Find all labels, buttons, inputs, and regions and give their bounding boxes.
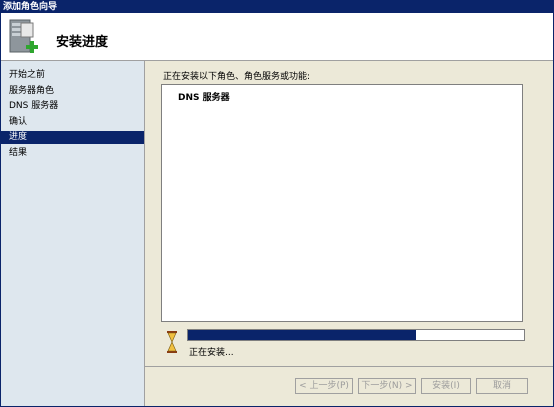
page-title: 安装进度 bbox=[56, 35, 109, 50]
wizard-main: 正在安装以下角色、角色服务或功能: DNS 服务器 正在安装... < 上一步(… bbox=[145, 61, 553, 406]
footer-divider bbox=[145, 366, 553, 367]
sidebar-item-before-you-begin[interactable]: 开始之前 bbox=[1, 69, 144, 82]
status-text: 正在安装... bbox=[189, 348, 234, 358]
window-title: 添加角色向导 bbox=[1, 1, 553, 13]
sidebar-item-server-roles[interactable]: 服务器角色 bbox=[1, 85, 144, 98]
wizard-window: 添加角色向导 安装进度 开始之前 服务器角色 DNS 服务器 确认 进度 结果 … bbox=[0, 0, 554, 407]
next-button[interactable]: 下一步(N) > bbox=[358, 378, 416, 394]
hourglass-icon bbox=[167, 331, 177, 353]
sidebar-item-results[interactable]: 结果 bbox=[1, 147, 144, 160]
install-list[interactable]: DNS 服务器 bbox=[161, 84, 523, 322]
install-progress-bar bbox=[187, 329, 525, 341]
list-item: DNS 服务器 bbox=[178, 93, 230, 103]
previous-button[interactable]: < 上一步(P) bbox=[295, 378, 353, 394]
server-add-icon bbox=[9, 19, 38, 53]
wizard-sidebar: 开始之前 服务器角色 DNS 服务器 确认 进度 结果 bbox=[1, 61, 145, 406]
wizard-header: 安装进度 bbox=[1, 13, 553, 61]
sidebar-item-progress[interactable]: 进度 bbox=[1, 131, 144, 144]
install-button[interactable]: 安装(I) bbox=[421, 378, 471, 394]
sidebar-item-confirmation[interactable]: 确认 bbox=[1, 116, 144, 129]
progress-fill bbox=[188, 330, 417, 340]
cancel-button[interactable]: 取消 bbox=[476, 378, 528, 394]
instruction-text: 正在安装以下角色、角色服务或功能: bbox=[163, 72, 311, 82]
sidebar-item-dns-server[interactable]: DNS 服务器 bbox=[1, 100, 144, 113]
